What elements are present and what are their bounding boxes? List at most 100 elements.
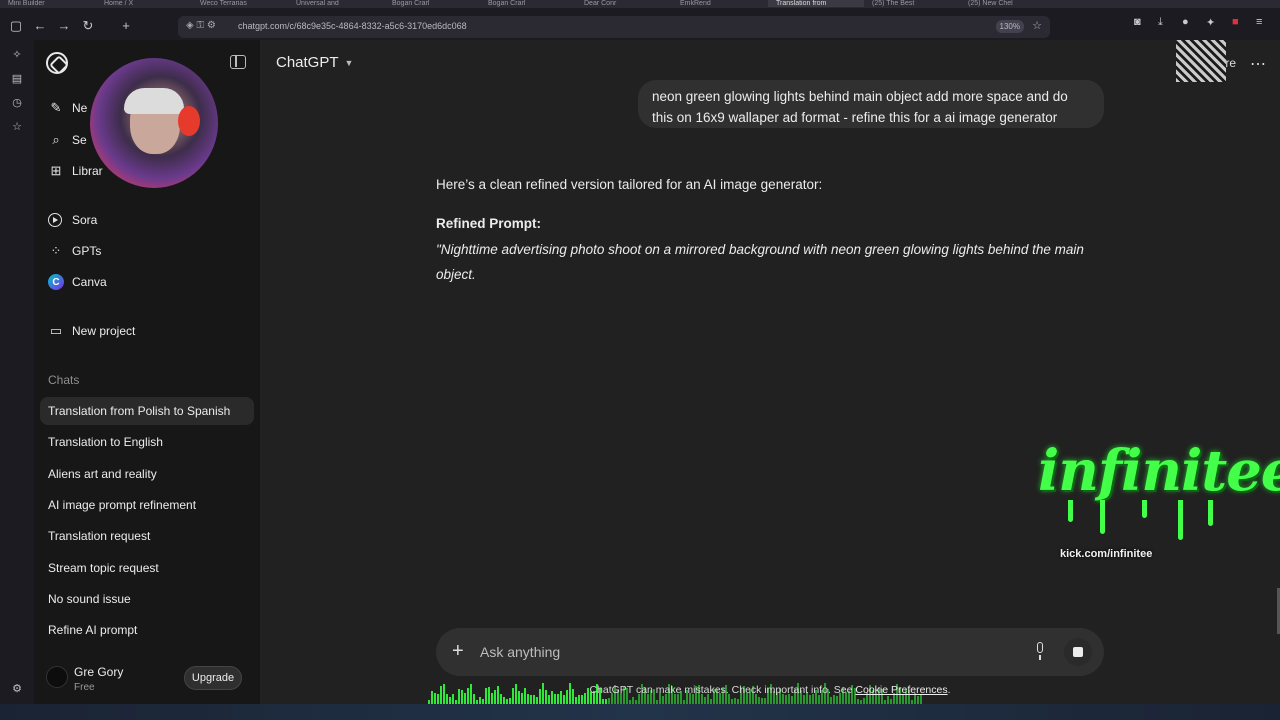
waveform-bar (785, 694, 787, 704)
brand-drip (1142, 500, 1147, 518)
bookmarks-icon[interactable]: ☆ (10, 120, 24, 134)
browser-side-rail: ✧ ▤ ◷ ☆ ⚙ (0, 40, 34, 704)
reload-icon[interactable]: ↻ (78, 16, 98, 36)
url-text: chatgpt.com/c/68c9e35c-4864-8332-a5c6-31… (238, 21, 467, 31)
chat-item[interactable]: Translation to English (40, 428, 254, 456)
library-icon: ⊞ (50, 163, 62, 178)
user-name: Gre Gory (74, 665, 124, 679)
stop-generating-button[interactable] (1064, 638, 1092, 666)
browser-tab[interactable]: Dear Conr (576, 0, 672, 7)
infinitee-brand-logo: infinitee kick.com/infinitee (1038, 438, 1280, 568)
waveform-bar (479, 697, 481, 704)
sidebar-item-label: Librar (72, 164, 103, 178)
cookie-preferences-link[interactable]: Cookie Preferences (855, 684, 947, 696)
share-button-label[interactable]: re (1225, 56, 1236, 70)
waveform-bar (791, 696, 793, 704)
chat-item[interactable]: Aliens art and reality (40, 460, 254, 488)
browser-tab[interactable]: Translation from (768, 0, 864, 7)
waveform-bar (548, 695, 550, 704)
chat-item[interactable]: No sound issue (40, 585, 254, 613)
browser-tab[interactable]: EmkRend (672, 0, 768, 7)
sidebar-item-label: Ne (72, 101, 88, 115)
sidebar-item-gpts[interactable]: ⁘ GPTs (48, 241, 102, 261)
forward-icon[interactable]: → (54, 16, 74, 36)
sidebar-item-new-project[interactable]: ▭ New project (48, 321, 136, 341)
waveform-bar (563, 694, 565, 704)
zoom-badge[interactable]: 130% (995, 20, 1024, 33)
account-icon[interactable]: ● (1182, 16, 1189, 28)
browser-tab[interactable]: Home / X (96, 0, 192, 7)
address-bar[interactable]: ◈ ⚿ ⚙ chatgpt.com/c/68c9e35c-4864-8332-a… (178, 16, 1050, 38)
chevron-down-icon: ▼ (344, 57, 354, 68)
ai-chat-icon[interactable]: ✧ (10, 48, 24, 62)
browser-tab[interactable]: Bogan Crarl (384, 0, 480, 7)
canva-icon: C (48, 274, 64, 290)
waveform-bar (803, 695, 805, 704)
sidebar-item-label: Sora (72, 213, 98, 227)
chat-item[interactable]: Stream topic request (40, 554, 254, 582)
chat-item[interactable]: Refine AI prompt (40, 616, 254, 644)
plus-icon[interactable]: + (452, 640, 464, 662)
assistant-reply-intro: Here’s a clean refined version tailored … (436, 177, 823, 192)
upgrade-button[interactable]: Upgrade (184, 666, 242, 690)
disclaimer: ChatGPT can make mistakes. Check importa… (436, 684, 1104, 696)
bookmark-star-icon[interactable]: ☆ (1032, 19, 1042, 32)
brand-drip (1178, 500, 1183, 540)
disclaimer-end: . (947, 684, 951, 696)
chat-main: ChatGPT ▼ re ⋯ neon green glowing lights… (260, 40, 1280, 704)
waveform-bar (758, 696, 760, 704)
chats-section-label: Chats (48, 373, 80, 387)
mic-body (1037, 642, 1043, 653)
sidebar: ✎ Ne ⌕ Se ⊞ Librar Sora ⁘ GPTs C Canva ▭… (34, 40, 260, 704)
history-icon[interactable]: ◷ (10, 96, 24, 110)
sidebar-item-library[interactable]: ⊞ Librar (48, 161, 103, 181)
sidebar-item-label: Se (72, 133, 87, 147)
waveform-bar (530, 695, 532, 704)
waveform-bar (575, 697, 577, 704)
sidebar-item-search[interactable]: ⌕ Se (48, 130, 87, 150)
webcam-cap (124, 88, 184, 114)
more-options-icon[interactable]: ⋯ (1250, 54, 1266, 74)
edit-icon: ✎ (50, 100, 62, 115)
waveform-bar (917, 696, 919, 704)
prompt-input[interactable] (480, 641, 1000, 663)
back-icon[interactable]: ← (30, 16, 50, 36)
download-icon[interactable]: ⤓ (1158, 16, 1163, 29)
screenshot-icon[interactable]: ◙ (1134, 16, 1141, 28)
gpts-grid-icon: ⁘ (50, 243, 62, 258)
browser-tab[interactable]: Bogan Crarl (480, 0, 576, 7)
sidebar-item-canva[interactable]: C Canva (48, 272, 107, 292)
chat-item[interactable]: Translation from Polish to Spanish (40, 397, 254, 425)
sidebar-item-label: New project (72, 324, 136, 338)
user-account-row[interactable]: Gre Gory Free Upgrade (34, 656, 260, 700)
shield-icon: ◈ ⚿ ⚙ (186, 20, 216, 31)
browser-tab[interactable]: (25) New Chel (960, 0, 1056, 7)
chat-item[interactable]: Translation request (40, 522, 254, 550)
search-icon: ⌕ (52, 132, 60, 147)
menu-icon[interactable]: ≡ (1256, 16, 1262, 28)
user-message-bubble: neon green glowing lights behind main ob… (638, 80, 1104, 128)
browser-tab[interactable]: Universal and (288, 0, 384, 7)
sync-tabs-icon[interactable]: ▤ (10, 72, 24, 86)
composer: + (436, 628, 1104, 676)
extensions-icon[interactable]: ✦ (1206, 16, 1215, 29)
waveform-bar (581, 695, 583, 704)
settings-gear-icon[interactable]: ⚙ (10, 682, 24, 696)
browser-tab[interactable]: Weco Terrarias (192, 0, 288, 7)
microphone-icon[interactable] (1034, 642, 1046, 662)
user-plan: Free (74, 682, 95, 693)
browser-tab[interactable]: Mini Builder (0, 0, 96, 7)
waveform-bar (449, 696, 451, 704)
chatgpt-logo-icon[interactable] (46, 52, 68, 74)
waveform-bar (503, 697, 505, 704)
sidebar-item-sora[interactable]: Sora (48, 210, 97, 230)
model-selector[interactable]: ChatGPT ▼ (276, 54, 353, 71)
sidebar-panel-icon[interactable]: ▢ (6, 16, 26, 36)
new-tab-icon[interactable]: + (116, 16, 136, 36)
browser-toolbar: Mini Builder Home / X Weco Terrarias Univer… (0, 0, 1280, 40)
chat-item[interactable]: AI image prompt refinement (40, 491, 254, 519)
browser-tab[interactable]: (25) The Best (864, 0, 960, 7)
extension-red-icon[interactable]: ■ (1232, 16, 1239, 28)
sidebar-toggle-icon[interactable] (230, 55, 246, 69)
sidebar-item-new-chat[interactable]: ✎ Ne (48, 98, 88, 118)
